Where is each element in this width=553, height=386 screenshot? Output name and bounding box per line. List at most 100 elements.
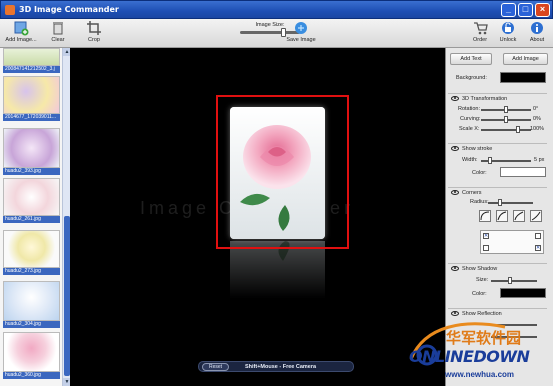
corner-top-left-checkbox[interactable]: ✕ <box>483 233 489 239</box>
thumbnail-item[interactable]: huadu2_304.jpg <box>3 281 60 328</box>
close-button[interactable]: × <box>535 3 550 17</box>
crop-label: Crop <box>88 37 100 43</box>
section-corners[interactable]: Corners <box>448 187 547 197</box>
about-button[interactable]: About <box>526 20 548 43</box>
curving-slider-thumb[interactable] <box>504 116 508 123</box>
image-reflection <box>230 241 325 299</box>
thumbnail-item[interactable]: huadu2_393.jpg <box>3 128 60 175</box>
corner-bottom-left-checkbox[interactable] <box>483 245 489 251</box>
logo-chinese-text: 华军软件园 <box>446 329 522 347</box>
scale-slider[interactable] <box>481 129 531 131</box>
cart-icon <box>474 22 488 35</box>
corner-bottom-right-checkbox[interactable]: ✕ <box>535 245 541 251</box>
section-title: 3D Transformation <box>462 96 508 102</box>
thumbnail-image <box>3 281 60 321</box>
order-button[interactable]: Order <box>470 20 490 43</box>
thumbnail-image <box>3 76 60 114</box>
add-text-button[interactable]: Add Text <box>450 53 492 65</box>
thumbnail-caption: 200847141212502_3.j <box>3 66 60 73</box>
crop-button[interactable]: Crop <box>83 20 105 43</box>
section-show-shadow[interactable]: Show Shadow <box>448 263 547 273</box>
unlock-icon <box>502 22 514 34</box>
selection-frame <box>216 95 349 249</box>
corner-style-wave-option[interactable] <box>530 210 542 222</box>
corner-radius-slider-thumb[interactable] <box>498 199 502 206</box>
corner-radius-slider[interactable] <box>488 202 533 204</box>
scale-value: 100% <box>530 126 545 132</box>
thumbnail-item[interactable]: 200847141212502_3.j <box>3 48 60 73</box>
save-image-button[interactable]: Save Image <box>284 20 318 43</box>
corner-selector: ✕ ✕ <box>480 230 544 254</box>
logo-url-text: www.newhua.com <box>445 370 515 379</box>
corner-style-bevel-option[interactable] <box>513 210 525 222</box>
shadow-size-slider-thumb[interactable] <box>508 277 512 284</box>
save-image-label: Save Image <box>286 37 316 43</box>
corner-top-right-checkbox[interactable] <box>535 233 541 239</box>
shadow-color-swatch[interactable] <box>500 288 546 298</box>
thumbnail-caption: huadu2_261.jpg <box>3 216 60 223</box>
section-show-stroke[interactable]: Show stroke <box>448 143 547 153</box>
corner-style-curve-option[interactable] <box>496 210 508 222</box>
preview-canvas[interactable]: Image Commander <box>70 48 445 386</box>
thumbnail-panel: 200847141212502_3.j 2014677_172039011...… <box>0 48 71 386</box>
save-image-icon <box>295 22 307 34</box>
add-image-button[interactable]: Add Image... <box>3 20 39 43</box>
corner-style-options <box>479 210 547 224</box>
rotation-label: Rotation: <box>458 106 481 112</box>
order-label: Order <box>472 37 488 43</box>
clear-label: Clear <box>51 37 65 43</box>
eye-icon[interactable] <box>451 190 459 195</box>
trash-icon <box>53 22 63 35</box>
background-label: Background: <box>456 75 487 81</box>
stroke-width-label: Width: <box>462 157 478 163</box>
thumbnail-scrollbar[interactable]: ▲ ▼ <box>62 48 71 386</box>
scale-slider-thumb[interactable] <box>516 126 520 133</box>
stroke-color-swatch[interactable] <box>500 167 546 177</box>
eye-icon[interactable] <box>451 96 459 101</box>
minimize-button[interactable]: _ <box>501 3 516 17</box>
background-color-swatch[interactable] <box>500 72 546 83</box>
add-image-icon <box>14 21 29 36</box>
camera-hint-bar: Reset Shift+Mouse - Free Camera <box>198 361 354 372</box>
shadow-size-slider[interactable] <box>491 280 537 282</box>
curving-label: Curving: <box>460 116 481 122</box>
thumbnail-image <box>3 230 60 268</box>
thumbnail-item-selected[interactable]: huadu2_360.jpg <box>3 332 60 379</box>
thumbnail-caption: huadu2_304.jpg <box>3 321 60 328</box>
section-title: Show Shadow <box>462 266 498 272</box>
thumbnail-caption: 2014677_172039011... <box>3 114 60 121</box>
curving-value: 0% <box>533 116 541 122</box>
thumbnail-item[interactable]: huadu2_273.jpg <box>3 230 60 275</box>
camera-hint-text: Shift+Mouse - Free Camera <box>245 364 317 370</box>
add-image-label: Add Image... <box>5 37 37 43</box>
reset-button[interactable]: Reset <box>202 363 229 371</box>
rotation-slider-thumb[interactable] <box>504 106 508 113</box>
section-3d-transformation[interactable]: 3D Transformation <box>448 93 547 103</box>
unlock-button[interactable]: Unlock <box>497 20 519 43</box>
toolbar: Add Image... Clear Crop Image Size: Save… <box>0 19 553 48</box>
thumbnail-image <box>3 178 60 216</box>
info-icon <box>531 22 543 34</box>
stroke-width-value: 5 px <box>534 157 545 163</box>
thumbnail-caption: huadu2_393.jpg <box>3 168 60 175</box>
about-label: About <box>529 37 545 43</box>
onlinedown-logo: 华军软件园 ONLINEDOWN www.newhua.com <box>405 317 553 386</box>
reflection-graphic <box>230 241 325 299</box>
clear-button[interactable]: Clear <box>47 20 69 43</box>
eye-icon[interactable] <box>451 266 459 271</box>
thumbnail-item[interactable]: huadu2_261.jpg <box>3 178 60 223</box>
corner-style-round-option[interactable] <box>479 210 491 222</box>
maximize-button[interactable]: □ <box>518 3 533 17</box>
logo-english-text: ONLINEDOWN <box>409 347 530 366</box>
eye-icon[interactable] <box>451 146 459 151</box>
rotation-value: 0° <box>533 106 539 112</box>
stroke-width-slider-thumb[interactable] <box>488 157 492 164</box>
thumbnail-item[interactable]: 2014677_172039011... <box>3 76 60 121</box>
unlock-label: Unlock <box>499 37 517 43</box>
add-image-panel-button[interactable]: Add Image <box>503 53 548 65</box>
shadow-color-label: Color: <box>472 291 487 297</box>
thumbnail-caption: huadu2_273.jpg <box>3 268 60 275</box>
eye-icon[interactable] <box>451 311 459 316</box>
corner-radius-label: Radius: <box>470 199 489 205</box>
thumbnail-image <box>3 332 60 372</box>
